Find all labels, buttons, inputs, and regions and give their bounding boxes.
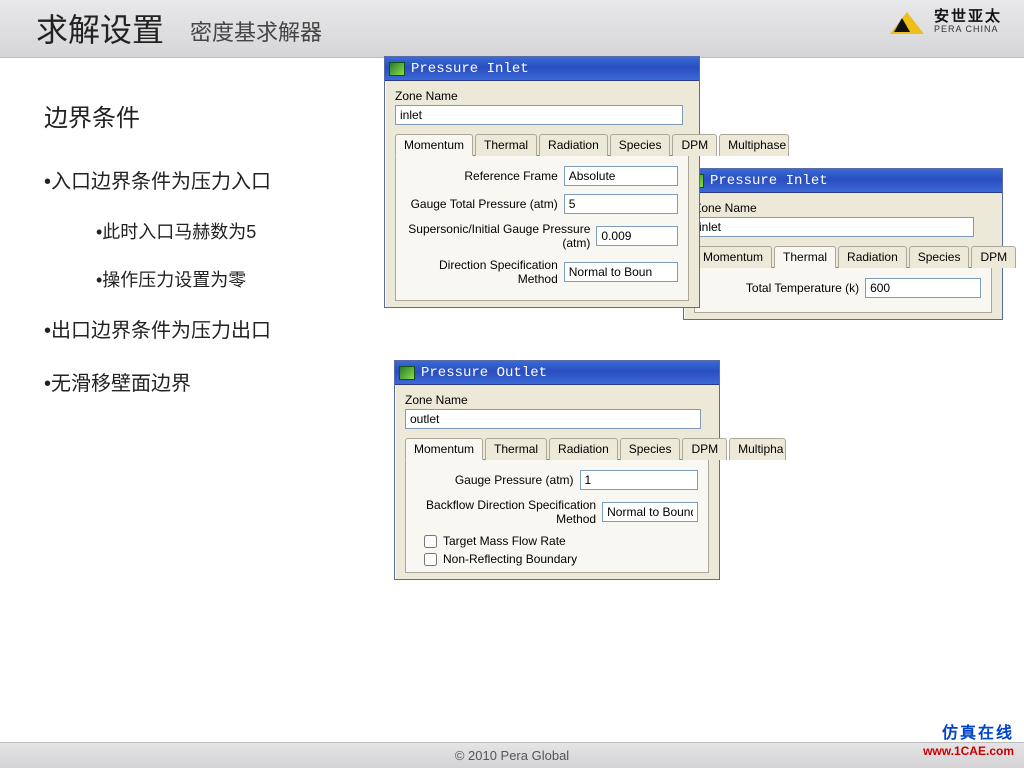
zone-name-input[interactable]: [405, 409, 701, 429]
tab-dpm[interactable]: DPM: [672, 134, 717, 156]
gauge-pressure-input[interactable]: [580, 470, 698, 490]
bullet-mach: •此时入口马赫数为5: [96, 218, 374, 244]
reference-frame-input[interactable]: [564, 166, 678, 186]
tab-momentum[interactable]: Momentum: [405, 438, 483, 460]
tabs: Momentum Thermal Radiation Species DPM M…: [405, 437, 709, 460]
watermark-url: www.1CAE.com: [923, 744, 1014, 760]
non-reflecting-label: Non-Reflecting Boundary: [443, 552, 577, 566]
logo-icon: [890, 8, 924, 36]
tab-radiation[interactable]: Radiation: [549, 438, 618, 460]
direction-method-label: Direction Specification Method: [406, 258, 564, 286]
non-reflecting-checkbox[interactable]: [424, 553, 437, 566]
dialog-titlebar[interactable]: Pressure Outlet: [395, 361, 719, 385]
tab-radiation[interactable]: Radiation: [838, 246, 907, 268]
dialog-title: Pressure Outlet: [421, 365, 547, 381]
dialog-pressure-outlet: Pressure Outlet Zone Name Momentum Therm…: [394, 360, 720, 580]
app-icon: [389, 62, 405, 76]
footer: © 2010 Pera Global: [0, 742, 1024, 768]
tabs: Momentum Thermal Radiation Species DPM: [694, 245, 992, 268]
tab-momentum[interactable]: Momentum: [395, 134, 473, 156]
total-temperature-label: Total Temperature (k): [705, 281, 865, 295]
backflow-direction-input[interactable]: [602, 502, 698, 522]
reference-frame-label: Reference Frame: [406, 169, 564, 183]
gauge-pressure-label: Gauge Pressure (atm): [416, 473, 580, 487]
tab-species[interactable]: Species: [620, 438, 681, 460]
zone-name-label: Zone Name: [395, 89, 689, 103]
dialog-title: Pressure Inlet: [710, 173, 828, 189]
dialog-pressure-inlet-thermal: Pressure Inlet Zone Name Momentum Therma…: [683, 168, 1003, 320]
tab-momentum[interactable]: Momentum: [694, 246, 772, 268]
supersonic-pressure-label: Supersonic/Initial Gauge Pressure (atm): [406, 222, 596, 250]
tab-species[interactable]: Species: [909, 246, 970, 268]
tab-radiation[interactable]: Radiation: [539, 134, 608, 156]
dialog-pressure-inlet-momentum: Pressure Inlet Zone Name Momentum Therma…: [384, 56, 700, 308]
watermark-corner: 仿真在线 www.1CAE.com: [923, 724, 1014, 760]
logo-cn: 安世亚太: [934, 9, 1002, 24]
slide-title: 求解设置: [36, 5, 164, 51]
supersonic-pressure-input[interactable]: [596, 226, 678, 246]
bullet-wall: •无滑移壁面边界: [44, 367, 374, 396]
tab-dpm[interactable]: DPM: [682, 438, 727, 460]
target-mass-flow-label: Target Mass Flow Rate: [443, 534, 566, 548]
tab-species[interactable]: Species: [610, 134, 671, 156]
tab-thermal[interactable]: Thermal: [774, 246, 836, 268]
logo: 安世亚太 PERA CHINA: [890, 8, 1002, 36]
bullets-heading: 边界条件: [44, 98, 374, 133]
bullets: 边界条件 •入口边界条件为压力入口 •此时入口马赫数为5 •操作压力设置为零 •…: [44, 98, 374, 396]
backflow-direction-label: Backflow Direction Specification Method: [416, 498, 602, 526]
tab-dpm[interactable]: DPM: [971, 246, 1016, 268]
dialog-titlebar[interactable]: Pressure Inlet: [684, 169, 1002, 193]
zone-name-input[interactable]: [694, 217, 974, 237]
total-temperature-input[interactable]: [865, 278, 981, 298]
target-mass-flow-checkbox[interactable]: [424, 535, 437, 548]
logo-en: PERA CHINA: [934, 24, 1002, 35]
zone-name-label: Zone Name: [405, 393, 709, 407]
tab-thermal[interactable]: Thermal: [485, 438, 547, 460]
slide-header: 求解设置 密度基求解器 安世亚太 PERA CHINA: [0, 0, 1024, 58]
gauge-total-pressure-input[interactable]: [564, 194, 678, 214]
gauge-total-pressure-label: Gauge Total Pressure (atm): [406, 197, 564, 211]
tabs: Momentum Thermal Radiation Species DPM M…: [395, 133, 689, 156]
zone-name-label: Zone Name: [694, 201, 992, 215]
slide-subtitle: 密度基求解器: [190, 15, 322, 51]
tab-multiphase[interactable]: Multiphase: [719, 134, 789, 156]
bullet-inlet: •入口边界条件为压力入口: [44, 165, 374, 194]
dialog-titlebar[interactable]: Pressure Inlet: [385, 57, 699, 81]
tab-multiphase[interactable]: Multipha: [729, 438, 786, 460]
tab-thermal[interactable]: Thermal: [475, 134, 537, 156]
footer-text: © 2010 Pera Global: [455, 748, 569, 763]
direction-method-input[interactable]: [564, 262, 678, 282]
dialog-title: Pressure Inlet: [411, 61, 529, 77]
zone-name-input[interactable]: [395, 105, 683, 125]
bullet-op-pressure: •操作压力设置为零: [96, 266, 374, 292]
watermark-cn: 仿真在线: [923, 724, 1014, 745]
app-icon: [399, 366, 415, 380]
content: 边界条件 •入口边界条件为压力入口 •此时入口马赫数为5 •操作压力设置为零 •…: [0, 58, 1024, 708]
bullet-outlet: •出口边界条件为压力出口: [44, 314, 374, 343]
